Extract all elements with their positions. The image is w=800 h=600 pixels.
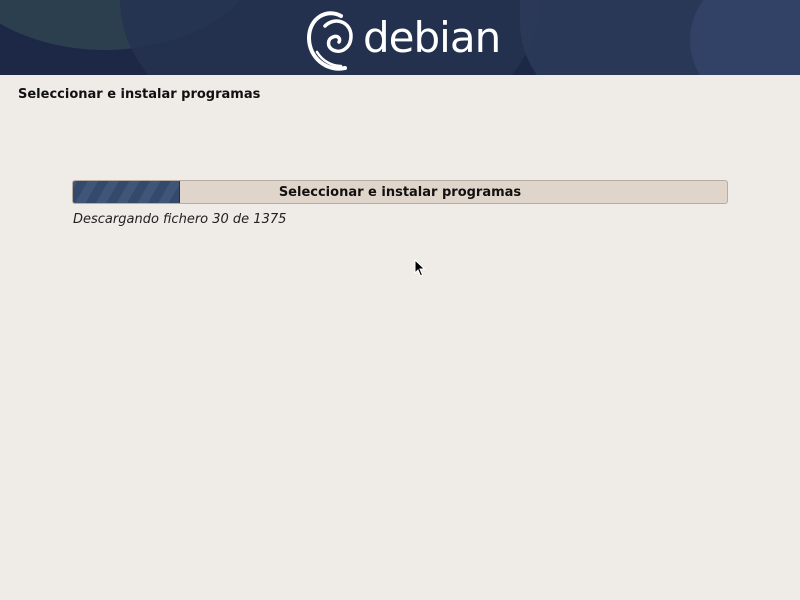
logo-text: debian <box>363 13 501 62</box>
banner-decoration <box>690 0 800 75</box>
debian-swirl-icon <box>306 11 353 71</box>
page-title: Seleccionar e instalar programas <box>18 87 261 102</box>
progress-label: Seleccionar e instalar programas <box>278 184 522 200</box>
mouse-cursor-icon <box>414 259 426 277</box>
debian-logo: debian <box>305 6 501 72</box>
progress-status-text: Descargando fichero 30 de 1375 <box>73 212 287 227</box>
progress-bar: Seleccionar e instalar programas <box>72 180 728 204</box>
header-banner: debian <box>0 0 800 75</box>
